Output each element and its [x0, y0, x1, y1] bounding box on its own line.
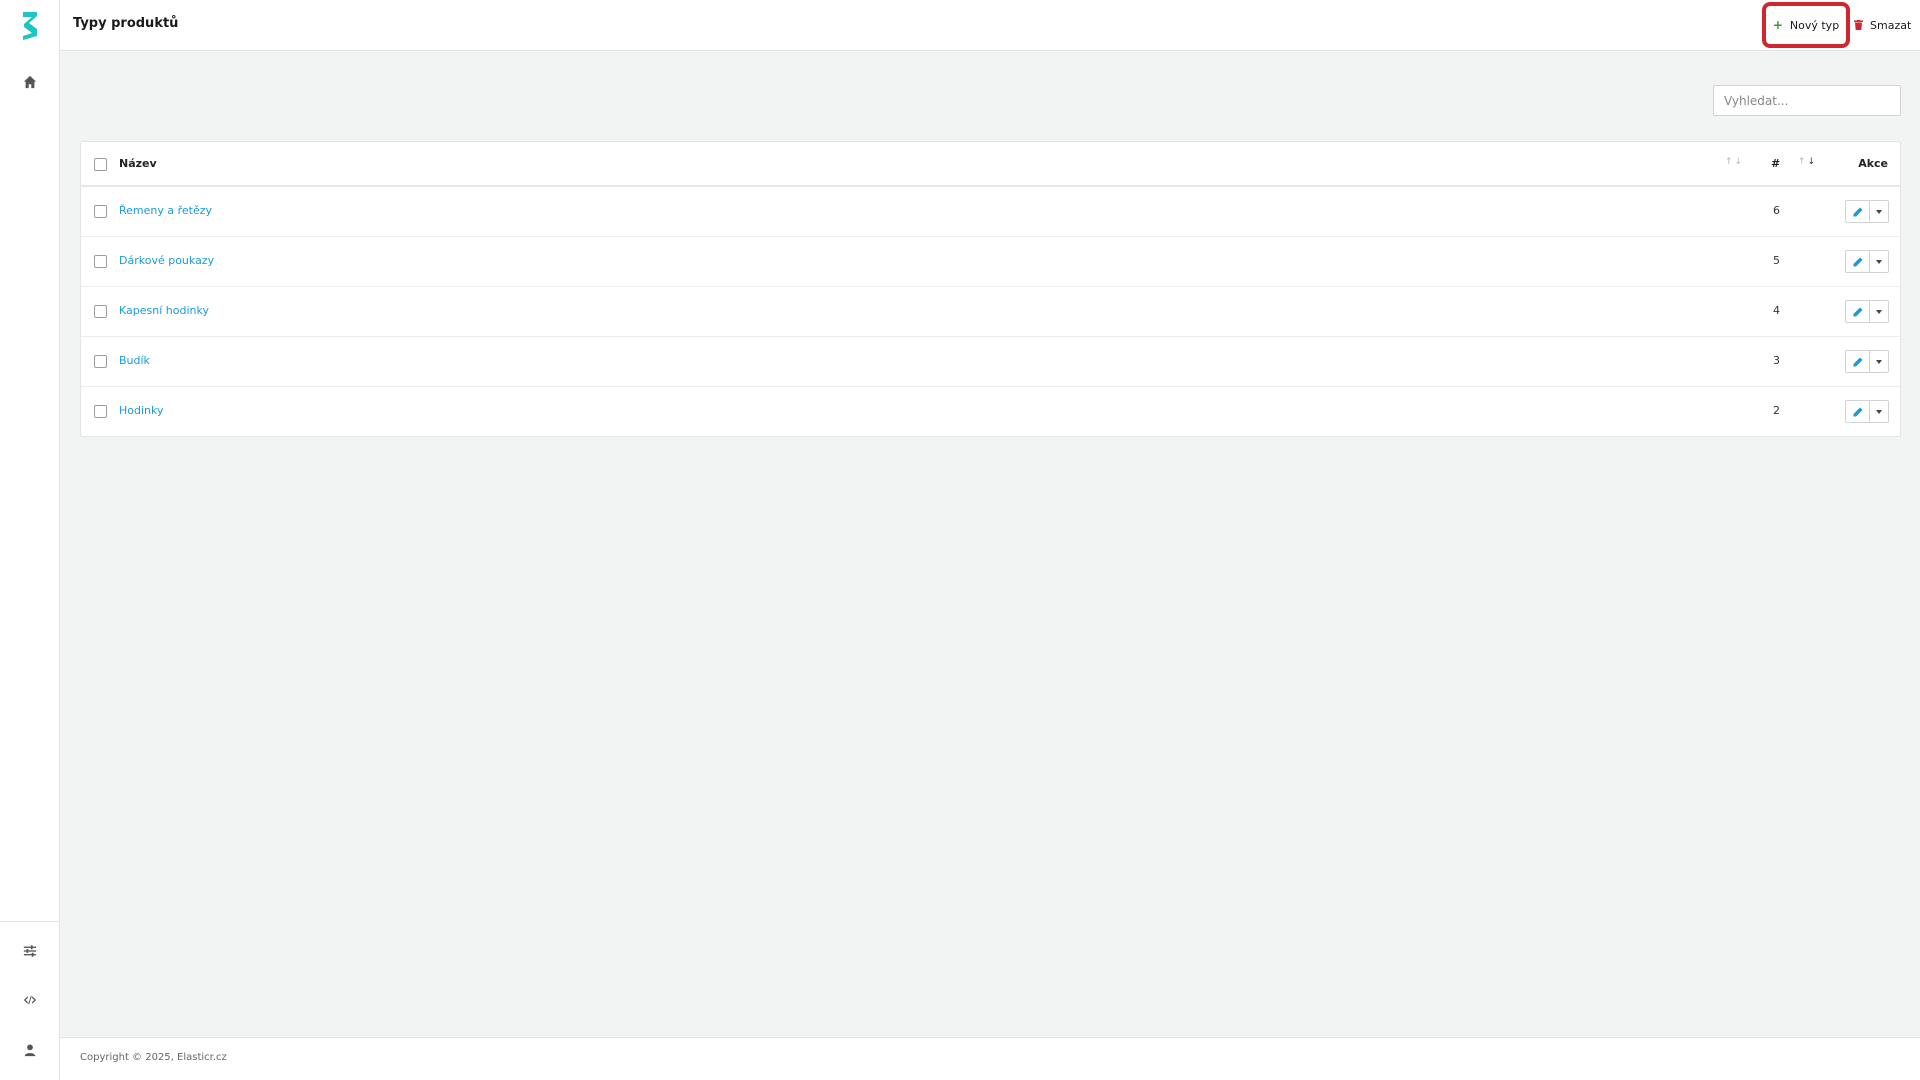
row-count: 6: [1773, 204, 1780, 217]
row-menu-toggle[interactable]: [1870, 351, 1888, 372]
row-menu-toggle[interactable]: [1870, 301, 1888, 322]
column-header-name: Název: [119, 157, 157, 170]
plus-icon: +: [1772, 18, 1783, 32]
row-checkbox[interactable]: [94, 405, 107, 418]
row-checkbox[interactable]: [94, 355, 107, 368]
logo-icon[interactable]: [21, 10, 39, 42]
row-name-link[interactable]: Budík: [119, 354, 150, 367]
edit-button[interactable]: [1846, 351, 1870, 372]
row-actions: [1845, 350, 1889, 373]
new-type-button[interactable]: + Nový typ: [1762, 2, 1850, 48]
row-count: 2: [1773, 404, 1780, 417]
row-actions: [1845, 400, 1889, 423]
sliders-icon[interactable]: [20, 941, 40, 961]
user-icon[interactable]: [20, 1040, 40, 1060]
chevron-down-icon: [1876, 409, 1882, 414]
select-all-checkbox[interactable]: [94, 158, 107, 171]
row-actions: [1845, 250, 1889, 273]
sidebar-divider: [0, 921, 59, 922]
copyright-text: Copyright © 2025, Elasticr.cz: [80, 1052, 227, 1063]
sort-count-toggle[interactable]: ↑↓: [1798, 157, 1817, 167]
edit-button[interactable]: [1846, 201, 1870, 222]
chevron-down-icon: [1876, 259, 1882, 264]
trash-icon: [1854, 20, 1863, 30]
table-row: Řemeny a řetězy 6: [81, 187, 1900, 237]
column-header-count: #: [1771, 157, 1781, 170]
edit-button[interactable]: [1846, 301, 1870, 322]
page-title: Typy produktů: [73, 16, 179, 31]
sort-name-toggle[interactable]: ↑↓: [1725, 157, 1744, 167]
new-type-label: Nový typ: [1789, 18, 1840, 32]
table-row: Budík 3: [81, 337, 1900, 387]
top-bar: Typy produktů + Nový typ Smazat: [60, 0, 1920, 51]
pencil-icon: [1853, 257, 1862, 266]
row-checkbox[interactable]: [94, 255, 107, 268]
table-header: Název ↑↓ # ↑↓ Akce: [81, 142, 1900, 187]
table-row: Kapesní hodinky 4: [81, 287, 1900, 337]
pencil-icon: [1853, 307, 1862, 316]
home-icon[interactable]: [20, 72, 40, 92]
row-count: 4: [1773, 304, 1780, 317]
table-row: Dárkové poukazy 5: [81, 237, 1900, 287]
delete-label: Smazat: [1870, 18, 1912, 32]
sidebar: [0, 0, 60, 1080]
row-checkbox[interactable]: [94, 205, 107, 218]
edit-button[interactable]: [1846, 401, 1870, 422]
row-menu-toggle[interactable]: [1870, 201, 1888, 222]
footer: Copyright © 2025, Elasticr.cz: [60, 1037, 1920, 1080]
row-count: 3: [1773, 354, 1780, 367]
delete-button[interactable]: Smazat: [1854, 14, 1911, 36]
row-count: 5: [1773, 254, 1780, 267]
pencil-icon: [1853, 357, 1862, 366]
table-row: Hodinky 2: [81, 387, 1900, 437]
row-actions: [1845, 200, 1889, 223]
pencil-icon: [1853, 407, 1862, 416]
column-header-actions: Akce: [1858, 157, 1888, 170]
row-name-link[interactable]: Kapesní hodinky: [119, 304, 209, 317]
chevron-down-icon: [1876, 359, 1882, 364]
chevron-down-icon: [1876, 309, 1882, 314]
row-menu-toggle[interactable]: [1870, 251, 1888, 272]
code-icon[interactable]: [20, 990, 40, 1010]
row-menu-toggle[interactable]: [1870, 401, 1888, 422]
row-name-link[interactable]: Dárkové poukazy: [119, 254, 214, 267]
edit-button[interactable]: [1846, 251, 1870, 272]
row-name-link[interactable]: Řemeny a řetězy: [119, 204, 212, 217]
chevron-down-icon: [1876, 209, 1882, 214]
product-types-table: Název ↑↓ # ↑↓ Akce Řemeny a řetězy 6 Dár…: [80, 141, 1901, 437]
row-name-link[interactable]: Hodinky: [119, 404, 164, 417]
row-actions: [1845, 300, 1889, 323]
row-checkbox[interactable]: [94, 305, 107, 318]
pencil-icon: [1853, 207, 1862, 216]
search-input[interactable]: [1713, 85, 1901, 116]
